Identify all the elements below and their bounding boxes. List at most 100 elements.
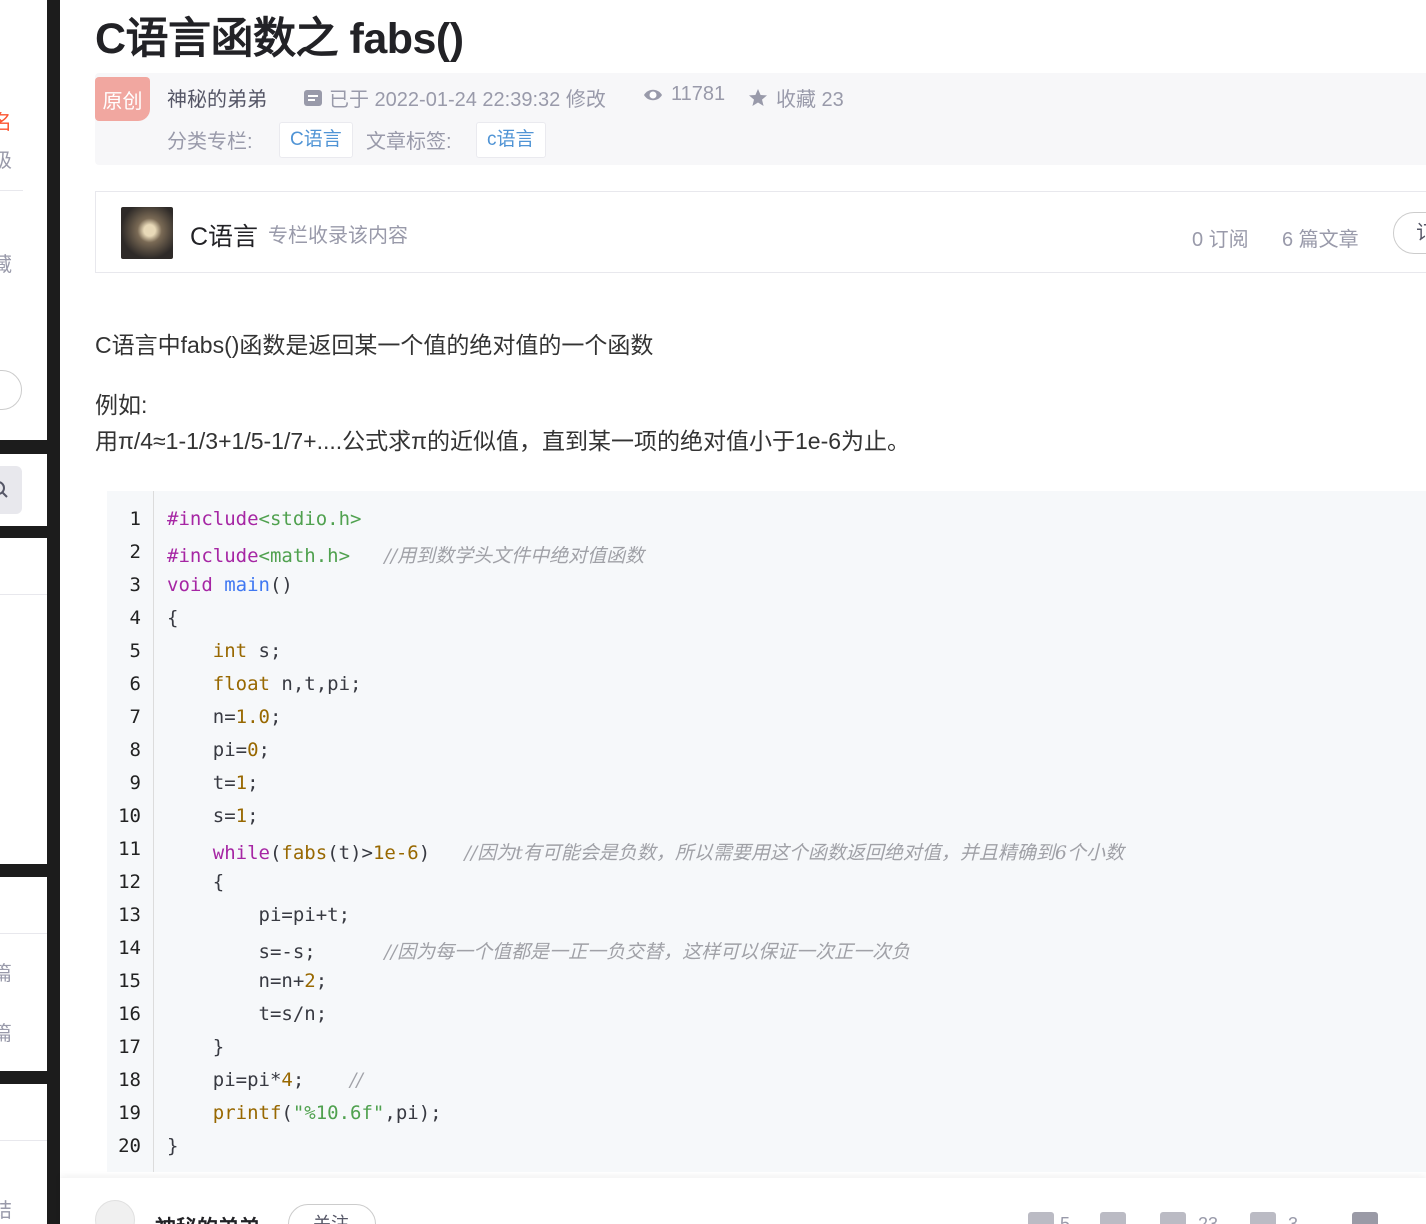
original-badge: 原创 xyxy=(95,77,150,121)
share-icon[interactable] xyxy=(1352,1212,1378,1224)
sidebar-fragment[interactable]: 结 xyxy=(0,1194,12,1223)
sidebar-search-card xyxy=(0,454,47,526)
subscribe-button[interactable]: 订阅 xyxy=(1393,212,1426,254)
code-line: s=-s; //因为每一个值都是一正一负交替，这样可以保证一次正一次负 xyxy=(167,941,911,963)
line-number: 14 xyxy=(118,937,141,959)
line-number: 4 xyxy=(129,607,141,629)
code-line: { xyxy=(167,871,225,893)
code-line: } xyxy=(167,1036,225,1058)
dislike-icon[interactable] xyxy=(1100,1212,1126,1224)
article-info-box: 原创 神秘的弟弟 已于 2022-01-24 22:39:32 修改 11781… xyxy=(95,73,1426,165)
sidebar-archive-card: 篇 篇 xyxy=(0,877,47,1071)
code-line: while(fabs(t)>1e-6) //因为t有可能会是负数，所以需要用这个… xyxy=(212,842,1125,864)
article-tag[interactable]: c语言 xyxy=(476,122,546,158)
comment-icon[interactable] xyxy=(1250,1212,1276,1224)
column-name[interactable]: C语言 xyxy=(190,217,258,253)
search-button[interactable] xyxy=(0,466,22,514)
code-line: n=1.0; xyxy=(167,706,282,728)
line-number: 15 xyxy=(118,970,141,992)
bottom-toolbar: 神秘的弟弟 关注 5 23 3 xyxy=(60,1178,1426,1224)
code-line: n=n+2; xyxy=(167,970,328,992)
line-number: 18 xyxy=(118,1069,141,1091)
code-line: #include<math.h> //用到数学头文件中绝对值函数 xyxy=(167,545,645,567)
line-number: 20 xyxy=(118,1135,141,1157)
code-comment: //因为每一个值都是一正一负交替，这样可以保证一次正一次负 xyxy=(384,941,911,963)
edit-icon xyxy=(304,89,322,106)
sidebar-profile-card: 名 级 - 藏 xyxy=(0,0,47,440)
sidebar-fragment[interactable]: 篇 xyxy=(0,957,12,986)
column-subscribers: 0 订阅 xyxy=(1192,229,1249,251)
article-title: C语言函数之 fabs() xyxy=(95,15,464,63)
code-line: #include<stdio.h> xyxy=(167,508,362,530)
divider xyxy=(0,190,23,191)
favorite-count: 23 xyxy=(1198,1214,1219,1224)
author-avatar[interactable] xyxy=(95,1200,135,1224)
category-tag[interactable]: C语言 xyxy=(279,122,353,158)
line-number: 19 xyxy=(118,1102,141,1124)
column-description: 专栏收录该内容 xyxy=(268,225,408,247)
view-count: 11781 xyxy=(671,83,726,105)
line-number: 1 xyxy=(129,508,141,530)
sidebar-bottom-card: 结 xyxy=(0,1084,47,1224)
code-line: void main() xyxy=(167,574,293,596)
line-number: 12 xyxy=(118,871,141,893)
sidebar-button[interactable] xyxy=(0,370,22,410)
example-text: 用π/4≈1-1/3+1/5-1/7+....公式求π的近似值，直到某一项的绝对… xyxy=(95,428,911,454)
column-cover-image[interactable] xyxy=(121,207,173,259)
modified-text: 已于 2022-01-24 22:39:32 修改 xyxy=(329,89,606,111)
comment-count: 3 xyxy=(1288,1214,1299,1224)
line-number: 9 xyxy=(129,772,141,794)
author-link[interactable]: 神秘的弟弟 xyxy=(167,83,267,112)
follow-button[interactable]: 关注 xyxy=(288,1204,376,1224)
line-number: 17 xyxy=(118,1036,141,1058)
like-icon[interactable] xyxy=(1028,1212,1054,1224)
code-line: float n,t,pi; xyxy=(212,673,362,695)
line-number: 5 xyxy=(129,640,141,662)
line-number: 11 xyxy=(118,838,141,860)
code-comment: //用到数学头文件中绝对值函数 xyxy=(384,545,645,567)
sidebar-fragment: 级 xyxy=(0,150,12,172)
search-icon xyxy=(0,481,8,498)
line-number: 2 xyxy=(129,541,141,563)
code-line: pi=pi*4; // xyxy=(167,1069,363,1091)
modified-info: 已于 2022-01-24 22:39:32 修改 xyxy=(303,83,606,112)
code-line: { xyxy=(167,607,179,629)
code-comment: //因为t有可能会是负数，所以需要用这个函数返回绝对值，并且精确到6个小数 xyxy=(464,842,1125,864)
favorite-icon[interactable] xyxy=(1160,1212,1186,1224)
category-label: 分类专栏: xyxy=(167,131,253,153)
line-number: 6 xyxy=(129,673,141,695)
sidebar-fragment[interactable]: 篇 xyxy=(0,1017,12,1046)
eye-icon xyxy=(644,89,662,100)
column-card: C语言 专栏收录该内容 0 订阅 6 篇文章 订阅 xyxy=(95,191,1426,273)
column-article-count: 6 篇文章 xyxy=(1282,229,1359,251)
divider xyxy=(0,933,47,934)
divider xyxy=(0,1140,47,1141)
code-line: s=1; xyxy=(167,805,259,827)
sidebar-fragment: 藏 xyxy=(0,254,12,276)
sidebar-list-card xyxy=(0,538,47,864)
favorites-info[interactable]: 收藏 23 xyxy=(746,83,844,112)
line-number: 16 xyxy=(118,1003,141,1025)
sidebar-fragment: 名 xyxy=(0,112,12,134)
divider xyxy=(0,594,47,595)
code-comment: // xyxy=(350,1069,363,1091)
star-icon xyxy=(749,88,767,106)
line-number-gutter: 1 2 3 4 5 6 7 8 9 10 11 12 13 14 15 16 1… xyxy=(107,491,154,1172)
code-line: pi=pi+t; xyxy=(167,904,351,926)
line-number: 3 xyxy=(129,574,141,596)
line-number: 10 xyxy=(118,805,141,827)
favorite-count: 收藏 23 xyxy=(776,89,844,111)
intro-paragraph: C语言中fabs()函数是返回某一个值的绝对值的一个函数 xyxy=(95,332,654,358)
article-main: C语言函数之 fabs() 原创 神秘的弟弟 已于 2022-01-24 22:… xyxy=(60,0,1426,1224)
line-number: 7 xyxy=(129,706,141,728)
views-info: 11781 xyxy=(641,83,725,106)
code-block[interactable]: 1 2 3 4 5 6 7 8 9 10 11 12 13 14 15 16 1… xyxy=(107,491,1426,1172)
code-line: int s; xyxy=(212,640,282,662)
code-line: t=1; xyxy=(167,772,259,794)
toolbar-author-name[interactable]: 神秘的弟弟 xyxy=(155,1212,260,1224)
example-label: 例如: xyxy=(95,392,148,418)
code-line: } xyxy=(167,1135,179,1157)
code-line: t=s/n; xyxy=(167,1003,328,1025)
line-number: 8 xyxy=(129,739,141,761)
like-count: 5 xyxy=(1060,1214,1071,1224)
